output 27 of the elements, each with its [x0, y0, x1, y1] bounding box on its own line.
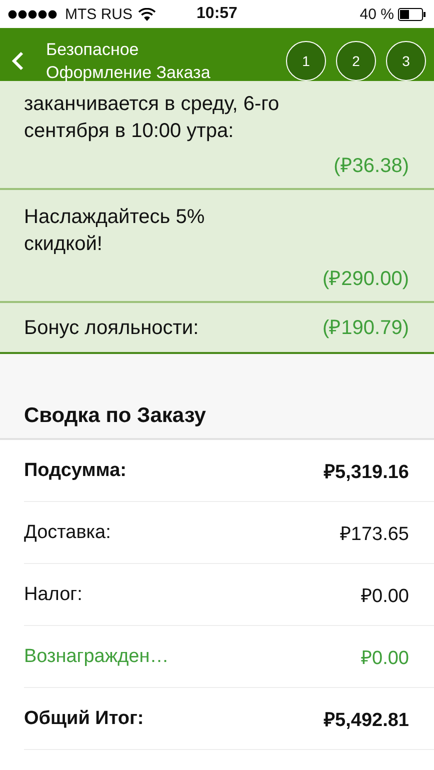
wifi-icon — [138, 8, 156, 20]
summary-label: Подсумма: — [24, 460, 126, 482]
discount-text: заканчивается в среду, 6-го сентября в 10:00 утра: — [24, 92, 280, 144]
nav-title: Безопасное Оформление Заказа — [46, 38, 212, 84]
battery-icon — [398, 8, 426, 20]
step-button[interactable]: 2 — [336, 40, 376, 80]
summary-label: Вознагражден… — [24, 646, 169, 668]
summary-value: ₽0.00 — [361, 646, 409, 670]
summary-label: Налог: — [24, 584, 82, 606]
status-time: 10:57 — [196, 5, 238, 23]
discount-amount: (₽36.38) — [332, 154, 409, 179]
summary-value: ₽0.00 — [361, 584, 409, 608]
carrier-name: MTS RUS — [65, 6, 132, 22]
summary-label: Доставка: — [24, 522, 111, 544]
step-button[interactable]: 3 — [386, 40, 426, 80]
discount-amount: (₽290.00) — [322, 267, 409, 292]
step-button[interactable]: 1 — [286, 40, 326, 80]
discount-text: Бонус лояльности: — [24, 316, 199, 341]
summary-label: Общий Итог: — [24, 708, 144, 730]
summary-value: ₽5,319.16 — [324, 460, 409, 484]
discount-amount: (₽190.79) — [322, 316, 409, 341]
summary-value: ₽173.65 — [340, 522, 409, 546]
back-icon — [12, 50, 24, 70]
discount-text: Наслаждайтесь 5% скидкой! — [24, 205, 206, 257]
summary-value: ₽5,492.81 — [324, 708, 409, 732]
battery-percent: 40 % — [360, 6, 394, 22]
summary-title: Сводка по Заказу — [24, 404, 206, 427]
